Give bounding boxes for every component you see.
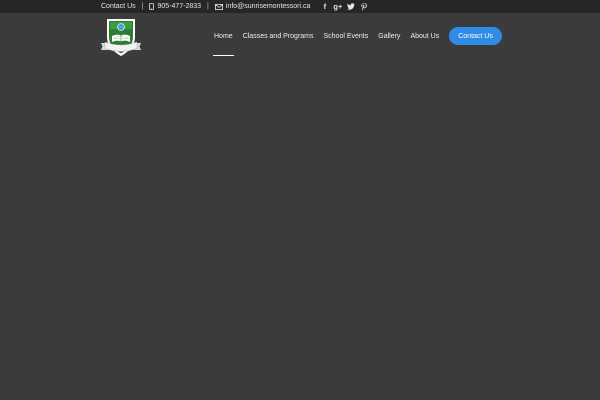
nav-item-home[interactable]: Home (209, 33, 238, 56)
top-bar-content: Contact Us | 905-477-2833 | info@sunrise… (101, 0, 370, 13)
nav-item-school-events[interactable]: School Events (319, 33, 374, 40)
main-navigation: Home Classes and Programs School Events … (209, 27, 502, 56)
nav-item-about-us[interactable]: About Us (405, 33, 444, 40)
twitter-icon[interactable] (344, 3, 357, 10)
google-plus-icon[interactable]: g+ (331, 2, 344, 11)
topbar-email[interactable]: info@sunrisemontessori.ca (226, 3, 311, 10)
phone-icon (149, 3, 155, 10)
envelope-icon (214, 3, 223, 10)
topbar-separator: | (141, 3, 144, 10)
pinterest-icon[interactable] (357, 2, 370, 11)
nav-item-classes-and-programs[interactable]: Classes and Programs (238, 33, 319, 40)
contact-us-button[interactable]: Contact Us (449, 27, 502, 45)
social-links: f g+ (318, 2, 370, 11)
facebook-icon[interactable]: f (318, 2, 331, 11)
top-bar: Contact Us | 905-477-2833 | info@sunrise… (0, 0, 600, 13)
school-logo[interactable] (100, 17, 142, 59)
topbar-separator: | (207, 3, 209, 10)
nav-item-gallery[interactable]: Gallery (373, 33, 405, 40)
topbar-phone[interactable]: 905-477-2833 (157, 3, 201, 10)
topbar-contact-link[interactable]: Contact Us (101, 3, 136, 10)
